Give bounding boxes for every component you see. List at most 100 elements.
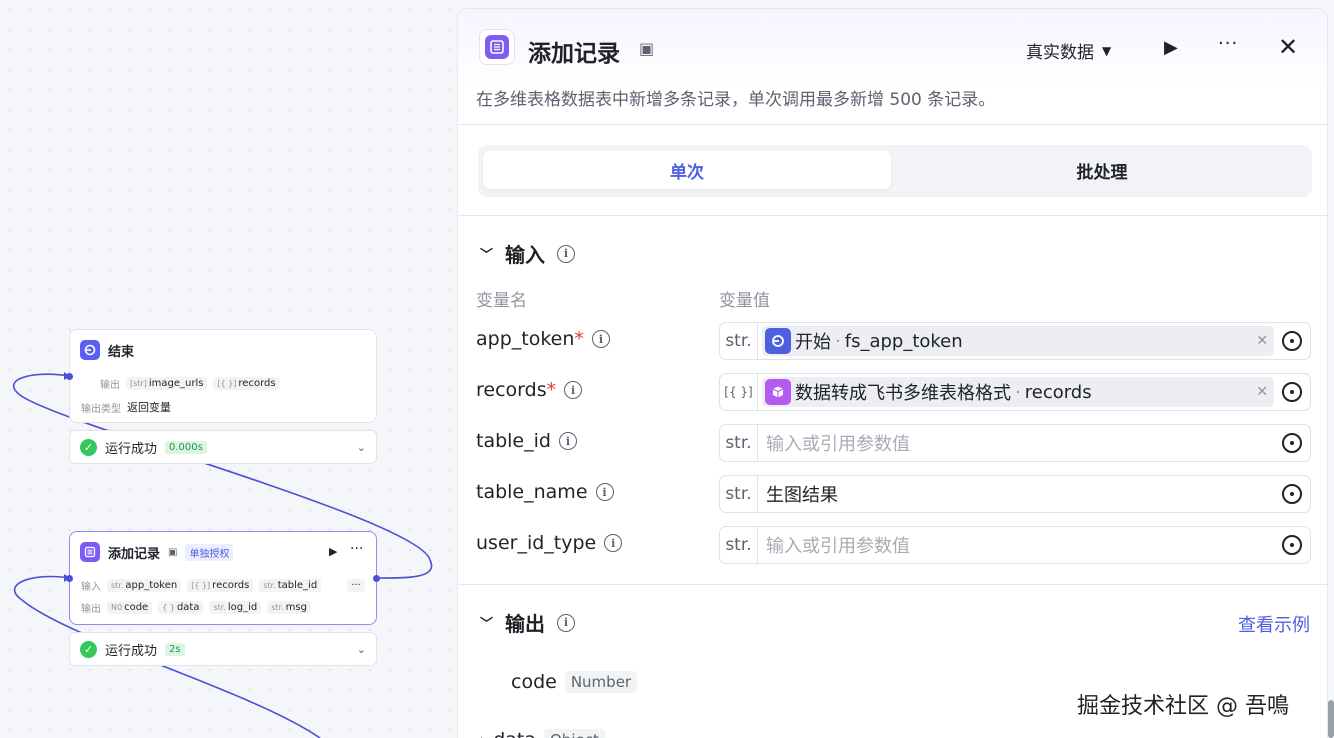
user-id-type-placeholder[interactable]: 输入或引用参数值 — [758, 532, 1282, 558]
user-id-type-field[interactable]: str. 输入或引用参数值 — [719, 526, 1311, 564]
output-tag: [{ }] records — [213, 377, 280, 390]
end-node-output-label: 输出 — [100, 380, 120, 391]
info-icon[interactable]: i — [558, 432, 577, 450]
info-icon[interactable]: i — [557, 244, 576, 263]
table-icon — [80, 542, 100, 562]
data-mode-value: 真实数据 — [1026, 43, 1094, 63]
param-name-label: table_name — [476, 481, 588, 503]
tab-single[interactable]: 单次 — [483, 151, 891, 189]
param-records: records * i — [476, 379, 583, 401]
chevron-down-icon[interactable]: ﹀ — [480, 613, 493, 632]
info-icon[interactable]: i — [557, 613, 576, 632]
add-record-node[interactable]: 添加记录 ▣ 单独授权 ▶ ··· 输入 str. app_token [{ }]… — [69, 531, 377, 625]
clear-icon[interactable]: ✕ — [1256, 333, 1268, 349]
run-status: 运行成功 — [105, 643, 158, 659]
info-icon[interactable]: i — [591, 330, 610, 348]
output-tag: N0 code — [107, 601, 153, 614]
input-port[interactable] — [66, 575, 73, 582]
node-more-button[interactable]: ··· — [350, 541, 363, 557]
table-name-field[interactable]: str. 生图结果 — [719, 475, 1311, 513]
add-record-node-title: 添加记录 — [108, 546, 161, 562]
type-array-object: [{ }] — [720, 374, 758, 410]
add-node-input-label: 输入 — [81, 582, 101, 593]
ref-separator: · — [1015, 381, 1021, 403]
data-mode-dropdown[interactable]: 真实数据 ▼ — [1026, 38, 1111, 63]
node-icon — [479, 29, 515, 65]
more-inputs-button[interactable]: ··· — [347, 579, 365, 592]
input-section-header[interactable]: ﹀ 输入 i — [480, 239, 576, 268]
add-node-run-result[interactable]: ✓ 运行成功 2s ⌄ — [69, 632, 377, 666]
output-type-badge: Object — [544, 729, 605, 738]
view-example-link[interactable]: 查看示例 — [1238, 611, 1310, 637]
panel-description: 在多维表格数据表中新增多条记录，单次调用最多新增 500 条记录。 — [476, 90, 996, 110]
output-row-code: code Number — [511, 671, 638, 693]
caret-down-icon: ▼ — [1102, 43, 1112, 58]
auth-badge[interactable]: 单独授权 — [185, 543, 234, 561]
info-icon[interactable]: i — [604, 534, 623, 552]
end-node[interactable]: 结束 输出 [str] image_urls [{ }] records 输出类型 … — [69, 329, 377, 423]
panel-title[interactable]: 添加记录 — [528, 34, 620, 68]
table-id-field[interactable]: str. 输入或引用参数值 — [719, 424, 1311, 462]
output-row-data[interactable]: › data Object — [480, 729, 605, 738]
input-tag: str. table_id — [259, 579, 322, 592]
reference-icon[interactable] — [1282, 484, 1302, 504]
required-mark: * — [546, 379, 557, 401]
check-circle-icon: ✓ — [80, 640, 97, 658]
cube-icon — [765, 379, 791, 405]
scrollbar[interactable] — [1328, 700, 1334, 738]
param-name-label: user_id_type — [476, 532, 597, 554]
output-tag: { } data — [158, 601, 204, 614]
reference-icon[interactable] — [1282, 433, 1302, 453]
output-section-header[interactable]: ﹀ 输出 i — [480, 608, 576, 637]
variable-ref-chip[interactable]: 开始 · fs_app_token ✕ — [762, 326, 1274, 356]
divider — [458, 584, 1327, 585]
col-header-value: 变量值 — [719, 291, 770, 311]
param-name-label: table_id — [476, 430, 551, 452]
table-name-value[interactable]: 生图结果 — [758, 481, 1282, 507]
tab-batch[interactable]: 批处理 — [898, 151, 1306, 189]
param-app-token: app_token * i — [476, 328, 610, 350]
ref-source: 数据转成飞书多维表格格式 — [795, 383, 1011, 404]
bot-icon: ▣ — [168, 546, 178, 558]
close-button[interactable]: ✕ — [1278, 33, 1298, 61]
records-field[interactable]: [{ }] 数据转成飞书多维表格格式 · records ✕ — [719, 373, 1311, 411]
reference-icon[interactable] — [1282, 535, 1302, 555]
chevron-down-icon[interactable]: ⌄ — [357, 441, 366, 454]
play-button[interactable]: ▶ — [1164, 37, 1178, 58]
table-id-placeholder[interactable]: 输入或引用参数值 — [758, 430, 1282, 456]
input-tag: str. app_token — [107, 579, 182, 592]
reference-icon[interactable] — [1282, 382, 1302, 402]
output-name: code — [511, 671, 557, 693]
type-str: str. — [720, 425, 758, 461]
panel-header: 添加记录 ▣ 真实数据 ▼ ▶ ··· ✕ 在多维表格数据表中新增多条记录，单次… — [458, 9, 1327, 125]
reference-icon[interactable] — [1282, 331, 1302, 351]
table-icon — [485, 35, 509, 59]
input-section-title: 输入 — [505, 243, 546, 267]
chevron-down-icon[interactable]: ⌄ — [357, 643, 366, 656]
run-time-badge: 2s — [165, 642, 185, 656]
output-name: data — [493, 729, 536, 738]
param-name-label: app_token — [476, 328, 575, 350]
chevron-down-icon[interactable]: ﹀ — [480, 244, 493, 263]
info-icon[interactable]: i — [595, 483, 614, 501]
more-button[interactable]: ··· — [1218, 33, 1238, 54]
type-str: str. — [720, 527, 758, 563]
end-node-run-result[interactable]: ✓ 运行成功 0.000s ⌄ — [69, 430, 377, 464]
app-token-field[interactable]: str. 开始 · fs_app_token ✕ — [719, 322, 1311, 360]
end-node-title: 结束 — [108, 344, 135, 360]
start-icon — [765, 328, 791, 354]
output-tag: str. log_id — [209, 601, 262, 614]
chevron-right-icon[interactable]: › — [480, 733, 485, 738]
output-port[interactable] — [373, 575, 380, 582]
col-header-name: 变量名 — [476, 291, 527, 311]
info-icon[interactable]: i — [564, 381, 583, 399]
workflow-canvas[interactable]: 结束 输出 [str] image_urls [{ }] records 输出类型 … — [0, 0, 460, 738]
input-port[interactable] — [66, 373, 73, 380]
variable-ref-chip[interactable]: 数据转成飞书多维表格格式 · records ✕ — [762, 377, 1274, 407]
output-section-title: 输出 — [505, 612, 546, 636]
run-node-button[interactable]: ▶ — [329, 545, 337, 558]
clear-icon[interactable]: ✕ — [1256, 384, 1268, 400]
output-tag: str. msg — [267, 601, 311, 614]
output-type-badge: Number — [564, 671, 638, 693]
output-tag: [str] image_urls — [126, 377, 208, 390]
